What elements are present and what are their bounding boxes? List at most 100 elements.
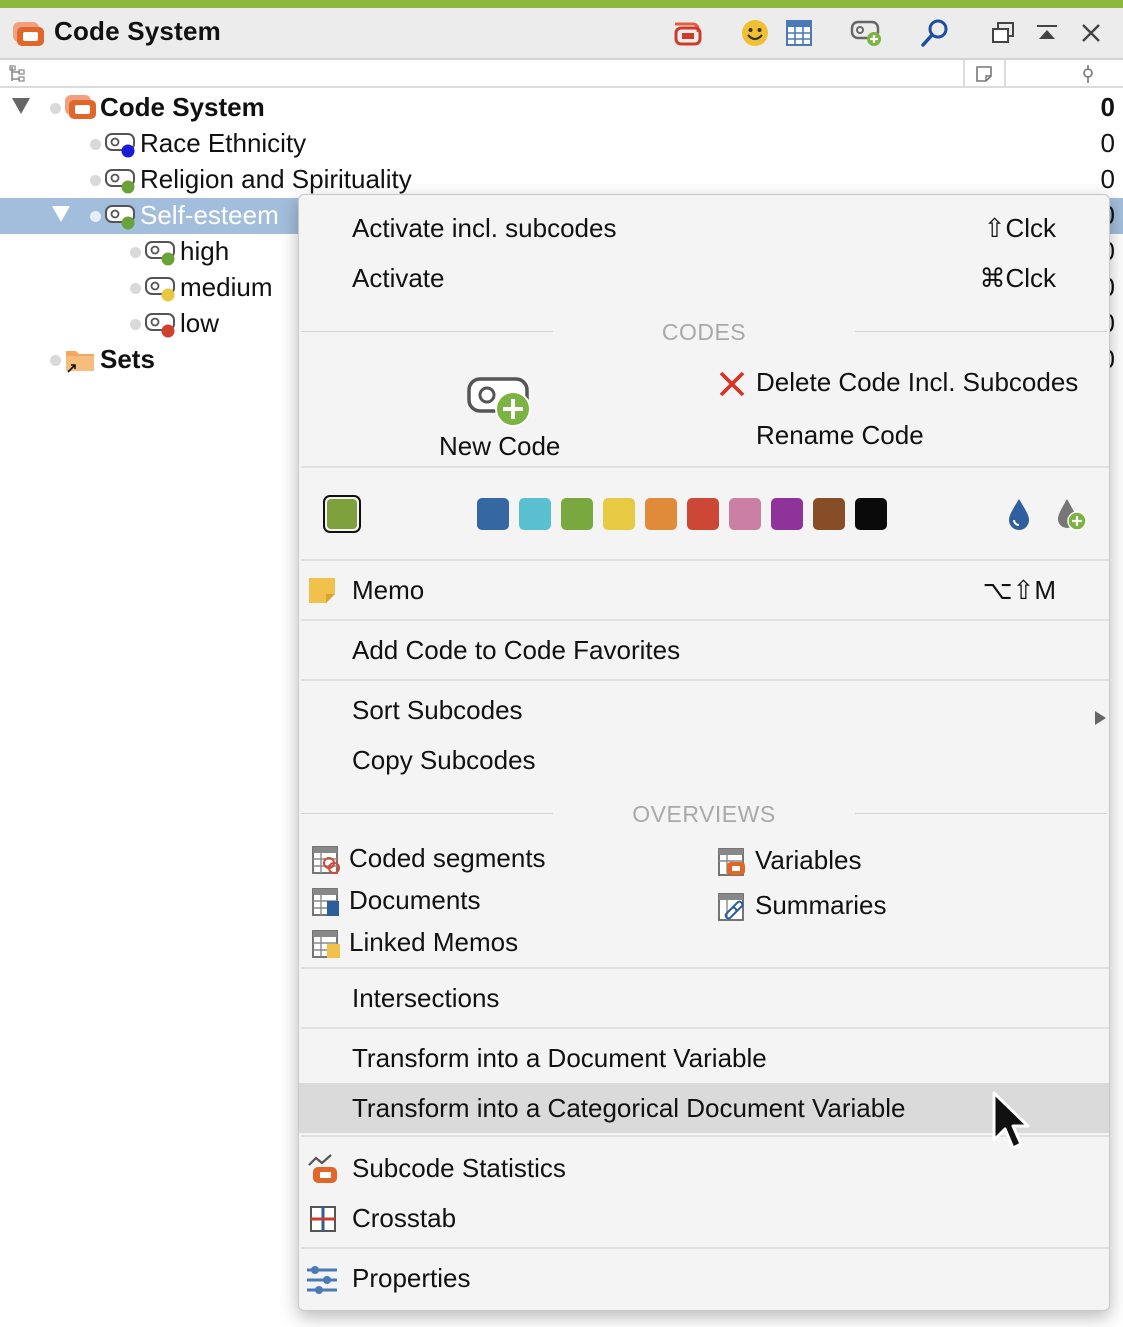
memo-column-icon[interactable] — [975, 65, 993, 88]
overview-documents[interactable]: Documents — [311, 885, 691, 919]
expand-triangle-icon[interactable] — [12, 98, 30, 114]
activation-dot[interactable] — [130, 247, 141, 258]
overview-label: Variables — [755, 845, 862, 875]
tree-item-label: Self-esteem — [140, 200, 279, 230]
variables-table-icon — [717, 847, 747, 884]
color-swatch[interactable] — [771, 498, 803, 530]
pin-icon[interactable] — [1081, 64, 1095, 89]
menu-item-label: Activate incl. subcodes — [352, 213, 617, 243]
section-header-overviews: OVERVIEWS — [299, 801, 1109, 827]
current-color-swatch[interactable] — [323, 495, 361, 533]
menu-item-label: Transform into a Document Variable — [352, 1043, 767, 1073]
overview-summaries[interactable]: Summaries — [717, 890, 1097, 924]
column-divider[interactable] — [1004, 60, 1006, 88]
activation-dot[interactable] — [90, 211, 101, 222]
color-swatch[interactable] — [855, 498, 887, 530]
menu-item-label: Delete Code Incl. Subcodes — [756, 367, 1079, 397]
menu-transform-document-variable[interactable]: Transform into a Document Variable — [299, 1043, 1109, 1079]
menu-delete-code[interactable]: Delete Code Incl. Subcodes — [713, 367, 1103, 403]
window-title: Code System — [54, 16, 221, 46]
section-rule — [855, 331, 1107, 332]
menu-item-label: Copy Subcodes — [352, 745, 536, 775]
documents-table-icon — [311, 887, 341, 924]
color-swatch[interactable] — [687, 498, 719, 530]
menu-sort-subcodes[interactable]: Sort Subcodes — [299, 695, 1109, 731]
add-color-icon[interactable] — [1055, 497, 1089, 538]
menu-separator — [301, 679, 1109, 681]
delete-x-icon — [717, 369, 747, 406]
menu-item-label: Rename Code — [756, 420, 924, 450]
tree-item-count: 0 — [1100, 164, 1115, 194]
menu-add-to-favorites[interactable]: Add Code to Code Favorites — [299, 635, 1109, 671]
color-swatch[interactable] — [561, 498, 593, 530]
tree-item-religion-spirituality[interactable]: Religion and Spirituality 0 — [0, 162, 1123, 198]
column-divider[interactable] — [963, 60, 965, 88]
menu-item-label: Transform into a Categorical Document Va… — [352, 1093, 906, 1123]
menu-item-shortcut: ⇧Clck — [983, 213, 1056, 243]
code-system-icon[interactable] — [670, 18, 704, 48]
color-swatch[interactable] — [813, 498, 845, 530]
menu-item-label: Intersections — [352, 983, 500, 1013]
submenu-arrow-icon — [1093, 703, 1107, 734]
tree-item-label: Race Ethnicity — [140, 128, 307, 158]
activation-dot[interactable] — [50, 103, 61, 114]
menu-subcode-statistics[interactable]: Subcode Statistics — [299, 1153, 1109, 1189]
color-swatch[interactable] — [729, 498, 761, 530]
tree-item-label: Religion and Spirituality — [140, 164, 412, 194]
hierarchy-icon[interactable] — [8, 64, 28, 89]
section-rule — [855, 813, 1107, 814]
activation-dot[interactable] — [130, 283, 141, 294]
menu-item-shortcut: ⌘Clck — [979, 263, 1056, 293]
close-icon[interactable] — [1074, 18, 1108, 48]
overview-variables[interactable]: Variables — [717, 845, 1097, 879]
smiley-icon[interactable] — [738, 18, 772, 48]
new-code-button[interactable]: New Code — [419, 365, 589, 465]
activation-dot[interactable] — [50, 355, 61, 366]
menu-separator — [301, 1247, 1109, 1249]
window-accent-stripe — [0, 0, 1123, 8]
menu-properties[interactable]: Properties — [299, 1263, 1109, 1299]
activation-dot[interactable] — [90, 175, 101, 186]
color-swatch[interactable] — [519, 498, 551, 530]
overview-coded-segments[interactable]: Coded segments — [311, 843, 691, 877]
menu-activate[interactable]: Activate ⌘Clck — [299, 263, 1109, 299]
menu-item-label: Add Code to Code Favorites — [352, 635, 681, 665]
color-swatch[interactable] — [477, 498, 509, 530]
menu-separator — [301, 967, 1109, 969]
menu-transform-categorical-variable[interactable]: Transform into a Categorical Document Va… — [299, 1083, 1109, 1133]
search-icon[interactable] — [918, 18, 952, 48]
tree-item-race-ethnicity[interactable]: Race Ethnicity 0 — [0, 126, 1123, 162]
new-code-icon — [467, 371, 537, 434]
menu-activate-incl-subcodes[interactable]: Activate incl. subcodes ⇧Clck — [299, 213, 1109, 249]
menu-copy-subcodes[interactable]: Copy Subcodes — [299, 745, 1109, 781]
code-icon — [104, 201, 138, 236]
menu-item-label: Subcode Statistics — [352, 1153, 566, 1183]
expand-triangle-icon[interactable] — [52, 206, 70, 222]
menu-item-label: Memo — [352, 575, 425, 605]
coded-segments-icon — [311, 845, 341, 882]
activation-dot[interactable] — [130, 319, 141, 330]
menu-separator — [301, 466, 1109, 468]
tree-root-code-system[interactable]: Code System 0 — [0, 90, 1123, 126]
activation-dot[interactable] — [90, 139, 101, 150]
table-icon[interactable] — [782, 18, 816, 48]
color-drop-icon[interactable] — [1005, 497, 1033, 536]
menu-rename-code[interactable]: Rename Code — [713, 420, 1103, 456]
current-color-fill — [327, 499, 357, 529]
menu-item-label: Sort Subcodes — [352, 695, 523, 725]
collapse-icon[interactable] — [1030, 18, 1064, 48]
menu-separator — [301, 619, 1109, 621]
color-swatch[interactable] — [645, 498, 677, 530]
undock-icon[interactable] — [986, 18, 1020, 48]
menu-intersections[interactable]: Intersections — [299, 983, 1109, 1019]
code-icon — [144, 237, 178, 272]
new-code-icon[interactable] — [850, 18, 884, 48]
code-system-icon — [64, 93, 98, 126]
context-menu: Activate incl. subcodes ⇧Clck Activate ⌘… — [298, 194, 1110, 1311]
overview-linked-memos[interactable]: Linked Memos — [311, 927, 691, 961]
linked-memos-icon — [311, 929, 341, 966]
color-swatch[interactable] — [603, 498, 635, 530]
menu-crosstab[interactable]: Crosstab — [299, 1203, 1109, 1239]
summaries-table-icon — [717, 892, 747, 929]
menu-memo[interactable]: Memo ⌥⇧M — [299, 575, 1109, 611]
